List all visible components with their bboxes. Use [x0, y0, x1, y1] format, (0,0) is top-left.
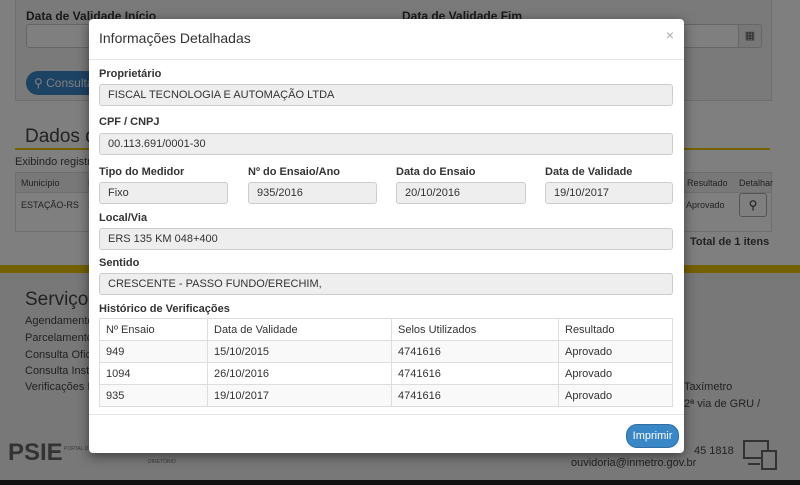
validity-date-label: Data de Validade: [545, 166, 633, 178]
modal-footer: [89, 414, 684, 454]
table-cell: 949: [99, 340, 208, 363]
history-label: Histórico de Verificações: [99, 303, 230, 315]
test-number-field: 935/2016: [248, 182, 377, 204]
test-date-label: Data do Ensaio: [396, 166, 476, 178]
details-modal: Informações Detalhadas × Proprietário FI…: [89, 19, 684, 453]
test-date-field: 20/10/2016: [396, 182, 526, 204]
table-cell: 26/10/2016: [207, 362, 392, 385]
column-header: Selos Utilizados: [391, 318, 559, 341]
direction-label: Sentido: [99, 257, 140, 269]
table-cell: Aprovado: [558, 340, 673, 363]
location-field: ERS 135 KM 048+400: [99, 228, 673, 250]
table-cell: 19/10/2017: [207, 384, 392, 407]
table-cell: 15/10/2015: [207, 340, 392, 363]
cpf-label: CPF / CNPJ: [99, 116, 160, 128]
table-cell: 1094: [99, 362, 208, 385]
table-row: 1094 26/10/2016 4741616 Aprovado: [99, 362, 673, 385]
cpf-field: 00.113.691/0001-30: [99, 133, 673, 155]
modal-title: Informações Detalhadas: [99, 30, 251, 46]
direction-field: CRESCENTE - PASSO FUNDO/ERECHIM,: [99, 273, 673, 295]
table-row: 935 19/10/2017 4741616 Aprovado: [99, 384, 673, 407]
column-header: Resultado: [558, 318, 673, 341]
modal-header: Informações Detalhadas ×: [89, 19, 684, 60]
column-header: Nº Ensaio: [99, 318, 208, 341]
table-cell: 935: [99, 384, 208, 407]
meter-type-field: Fixo: [99, 182, 228, 204]
table-cell: 4741616: [391, 340, 559, 363]
location-label: Local/Via: [99, 212, 148, 224]
table-row: 949 15/10/2015 4741616 Aprovado: [99, 340, 673, 363]
validity-date-field: 19/10/2017: [545, 182, 673, 204]
table-cell: 4741616: [391, 384, 559, 407]
table-cell: Aprovado: [558, 362, 673, 385]
test-number-label: Nº do Ensaio/Ano: [248, 166, 341, 178]
owner-label: Proprietário: [99, 68, 162, 80]
close-icon[interactable]: ×: [666, 27, 674, 43]
column-header: Data de Validade: [207, 318, 392, 341]
owner-field: FISCAL TECNOLOGIA E AUTOMAÇÃO LTDA: [99, 84, 673, 106]
table-header-row: Nº Ensaio Data de Validade Selos Utiliza…: [99, 318, 673, 341]
table-cell: 4741616: [391, 362, 559, 385]
table-cell: Aprovado: [558, 384, 673, 407]
print-button[interactable]: Imprimir: [626, 424, 679, 448]
history-table: Nº Ensaio Data de Validade Selos Utiliza…: [99, 318, 673, 407]
meter-type-label: Tipo do Medidor: [99, 166, 185, 178]
